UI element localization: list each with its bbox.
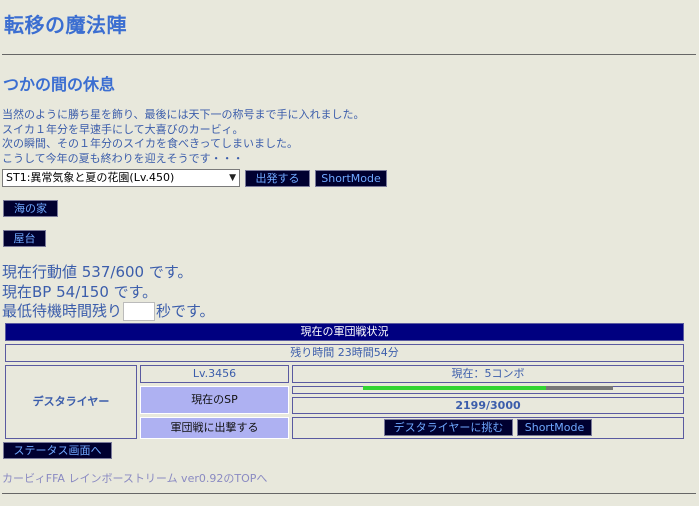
- status-screen-button[interactable]: ステータス画面へ: [3, 442, 112, 459]
- divider: [2, 493, 696, 494]
- wait-suffix: 秒です。: [156, 302, 215, 320]
- yatai-button[interactable]: 屋台: [3, 230, 46, 247]
- wait-seconds-field: [123, 302, 156, 321]
- story-text: 当然のように勝ち星を飾り、最後には天下一の称号まで手に入れました。 スイカ１年分…: [2, 108, 365, 166]
- divider: [2, 54, 696, 55]
- time-left: 残り時間 23時間54分: [5, 344, 684, 362]
- join-battle-label: 軍団戦に出撃する: [140, 417, 289, 439]
- wait-time-row: 最低待機時間残り 秒です。: [2, 300, 215, 321]
- stage-select[interactable]: ST1:異常気象と夏の花園(Lv.450) ▼: [2, 169, 240, 187]
- chevron-down-icon[interactable]: ▼: [229, 170, 236, 186]
- umi-no-ie-button[interactable]: 海の家: [3, 200, 58, 217]
- battle-header: 現在の軍団戦状況: [5, 323, 684, 341]
- depart-button[interactable]: 出発する: [245, 170, 310, 187]
- sp-label: 現在のSP: [140, 386, 289, 414]
- challenge-boss-button[interactable]: デスタライヤーに挑む: [384, 419, 513, 436]
- bp-text: 現在BP 54/150 です。: [2, 283, 158, 301]
- battle-shortmode-button[interactable]: ShortMode: [517, 419, 592, 436]
- boss-level: Lv.3456: [140, 365, 289, 383]
- story-line: 当然のように勝ち星を飾り、最後には天下一の称号まで手に入れました。: [2, 108, 365, 121]
- sp-bar-fill: [363, 386, 547, 390]
- sp-value: 2199/3000: [292, 397, 684, 414]
- boss-name: デスタライヤー: [5, 365, 137, 439]
- combo-count: 現在：5コンボ: [292, 365, 684, 383]
- wait-prefix: 最低待機時間残り: [2, 302, 123, 320]
- place-title: つかの間の休息: [3, 75, 116, 94]
- top-link[interactable]: カービィFFA レインボーストリーム ver0.92のTOPへ: [2, 470, 267, 486]
- story-line: 次の瞬間、その１年分のスイカを食べきってしまいました。: [2, 137, 299, 150]
- shortmode-button[interactable]: ShortMode: [315, 170, 387, 187]
- sp-bar: [363, 386, 613, 390]
- story-line: こうして今年の夏も終わりを迎えそうです・・・: [2, 151, 244, 165]
- page-title: 転移の魔法陣: [4, 13, 127, 37]
- story-line: スイカ１年分を早速手にして大喜びのカービィ。: [2, 122, 244, 136]
- action-points-text: 現在行動値 537/600 です。: [2, 263, 193, 281]
- stage-select-value: ST1:異常気象と夏の花園(Lv.450): [6, 171, 175, 184]
